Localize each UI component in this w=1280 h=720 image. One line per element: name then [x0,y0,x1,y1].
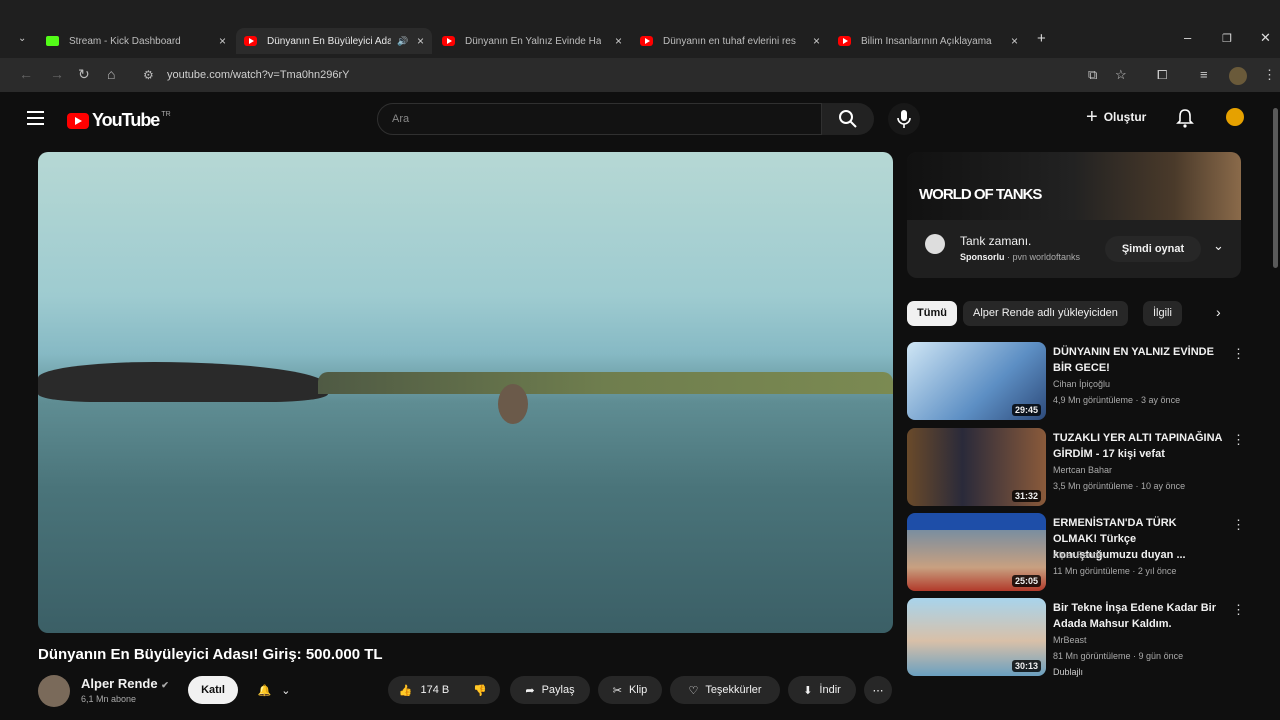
chip-related[interactable]: İlgili [1143,301,1182,326]
video-title: Dünyanın En Büyüleyici Adası! Giriş: 500… [38,646,383,663]
back-icon[interactable]: ← [19,66,33,82]
share-button[interactable]: ➦ Paylaş [510,676,590,704]
youtube-icon [838,36,851,46]
search-icon [839,110,857,128]
video-thumbnail[interactable]: 30:13 [907,598,1046,676]
reload-icon[interactable]: ↻ [78,66,90,83]
menu-icon[interactable] [27,111,44,125]
youtube-icon [640,36,653,46]
ad-play-now-button[interactable]: Şimdi oynat [1105,236,1201,262]
ad-banner[interactable]: WORLD OF TANKS [907,152,1241,220]
chip-from-uploader[interactable]: Alper Rende adlı yükleyiciden [963,301,1128,326]
youtube-logo[interactable]: YouTube TR [67,110,171,131]
video-frame-rocks [38,362,328,402]
minimize-icon[interactable]: – [1184,30,1191,45]
join-button[interactable]: Katıl [188,676,238,704]
chevron-down-icon[interactable]: ⌄ [1213,238,1224,254]
account-avatar[interactable] [1226,108,1244,126]
notifications-button[interactable] [1176,108,1194,133]
sponsored-ad[interactable]: WORLD OF TANKS Tank zamanı. Sponsorlu · … [907,152,1241,278]
close-tab-icon[interactable]: × [615,34,622,48]
like-button[interactable]: 👍 174 B [388,676,460,704]
recommendation-item[interactable]: 29:45 DÜNYANIN EN YALNIZ EVİNDE BİR GECE… [907,342,1245,422]
kick-icon [46,36,59,46]
media-controls-icon[interactable]: ≡ [1200,67,1208,82]
close-tab-icon[interactable]: × [1011,34,1018,48]
video-thumbnail[interactable]: 31:32 [907,428,1046,506]
subscribed-bell-button[interactable]: 🔔 ⌄ [246,676,302,704]
ad-shield-icon [925,234,945,254]
url-field[interactable]: youtube.com/watch?v=Tma0hn296rY [167,69,350,81]
browser-menu-icon[interactable]: ⋮ [1263,67,1276,83]
profile-avatar[interactable] [1229,67,1247,85]
youtube-icon [442,36,455,46]
site-info-icon[interactable]: ⚙ [143,68,154,82]
recommendation-item[interactable]: 30:13 Bir Tekne İnşa Edene Kadar Bir Ada… [907,598,1245,684]
chevron-right-icon[interactable]: › [1216,304,1221,320]
browser-tab-active[interactable]: Dünyanın En Büyüleyici Ada 🔊 × [236,28,432,54]
chip-all[interactable]: Tümü [907,301,957,326]
ad-title: Tank zamanı. [960,234,1032,248]
video-thumbnail[interactable]: 29:45 [907,342,1046,420]
bookmark-star-icon[interactable]: ☆ [1115,67,1127,83]
verified-icon: ✔ [161,680,169,690]
home-icon[interactable]: ⌂ [107,66,115,82]
ad-sponsor-line: Sponsorlu · pvn worldoftanks [960,252,1081,262]
recommendation-item[interactable]: 25:05 ERMENİSTAN'DA TÜRK OLMAK! Türkçe k… [907,513,1245,593]
close-tab-icon[interactable]: × [219,34,226,48]
new-tab-button[interactable]: + [1037,30,1046,47]
close-window-icon[interactable]: ✕ [1260,30,1271,46]
channel-name[interactable]: Alper Rende ✔ [81,676,169,691]
dislike-button[interactable]: 👎 [460,676,500,704]
close-tab-icon[interactable]: × [417,34,424,48]
install-app-icon[interactable]: ⧉ [1088,67,1097,83]
more-vertical-icon[interactable]: ⋮ [1232,517,1245,533]
more-vertical-icon[interactable]: ⋮ [1232,346,1245,362]
page-scrollbar[interactable] [1273,108,1278,268]
video-frame-shore [318,372,893,394]
bell-icon [1176,109,1194,128]
video-thumbnail[interactable]: 25:05 [907,513,1046,591]
clip-button[interactable]: ✂ Klip [598,676,662,704]
search-input[interactable]: Ara [377,103,822,135]
more-actions-button[interactable]: ⋯ [864,676,892,704]
chevron-down-icon: ⌄ [281,684,291,697]
thanks-icon: ♡ [688,684,699,697]
more-horizontal-icon: ⋯ [872,684,884,697]
youtube-play-icon [67,112,89,129]
share-icon: ➦ [525,684,535,697]
dubbed-badge: Dublajlı [1053,667,1084,677]
scissors-icon: ✂ [612,684,622,697]
world-of-tanks-logo: WORLD OF TANKS [919,186,1042,203]
create-button[interactable]: + Oluştur [1086,106,1146,128]
more-vertical-icon[interactable]: ⋮ [1232,602,1245,618]
microphone-icon [897,110,911,128]
browser-tab-2[interactable]: Dünyanın En Yalnız Evinde Hay × [434,28,630,54]
restore-icon[interactable]: ❐ [1222,32,1232,45]
tab-list-dropdown-icon[interactable]: ⌄ [18,33,26,44]
video-player[interactable] [38,152,893,633]
more-vertical-icon[interactable]: ⋮ [1232,432,1245,448]
download-icon: ⬇ [803,684,813,697]
bell-icon: 🔔 [257,684,272,697]
thanks-button[interactable]: ♡ Teşekkürler [670,676,780,704]
download-button[interactable]: ⬇ İndir [788,676,856,704]
voice-search-button[interactable] [888,103,920,135]
thumbs-up-icon: 👍 [398,684,413,697]
close-tab-icon[interactable]: × [813,34,820,48]
recommendation-item[interactable]: 31:32 TUZAKLI YER ALTI TAPINAĞINA GİRDİM… [907,428,1245,508]
browser-tab-3[interactable]: Dünyanın en tuhaf evlerini res × [632,28,828,54]
extensions-icon[interactable]: ⧠ [1157,67,1167,83]
forward-icon[interactable]: → [50,66,64,82]
plus-icon: + [1086,106,1098,128]
thumbs-down-icon: 👎 [473,684,487,697]
browser-tab-kick[interactable]: Stream - Kick Dashboard × [38,28,234,54]
subscriber-count: 6,1 Mn abone [81,694,137,704]
search-button[interactable] [822,103,874,135]
video-frame-swimmer [498,384,528,424]
channel-avatar[interactable] [38,675,70,707]
browser-tab-4[interactable]: Bilim İnsanlarının Açıklayama × [830,28,1026,54]
audio-playing-icon[interactable]: 🔊 [397,36,408,47]
youtube-icon [244,36,257,46]
